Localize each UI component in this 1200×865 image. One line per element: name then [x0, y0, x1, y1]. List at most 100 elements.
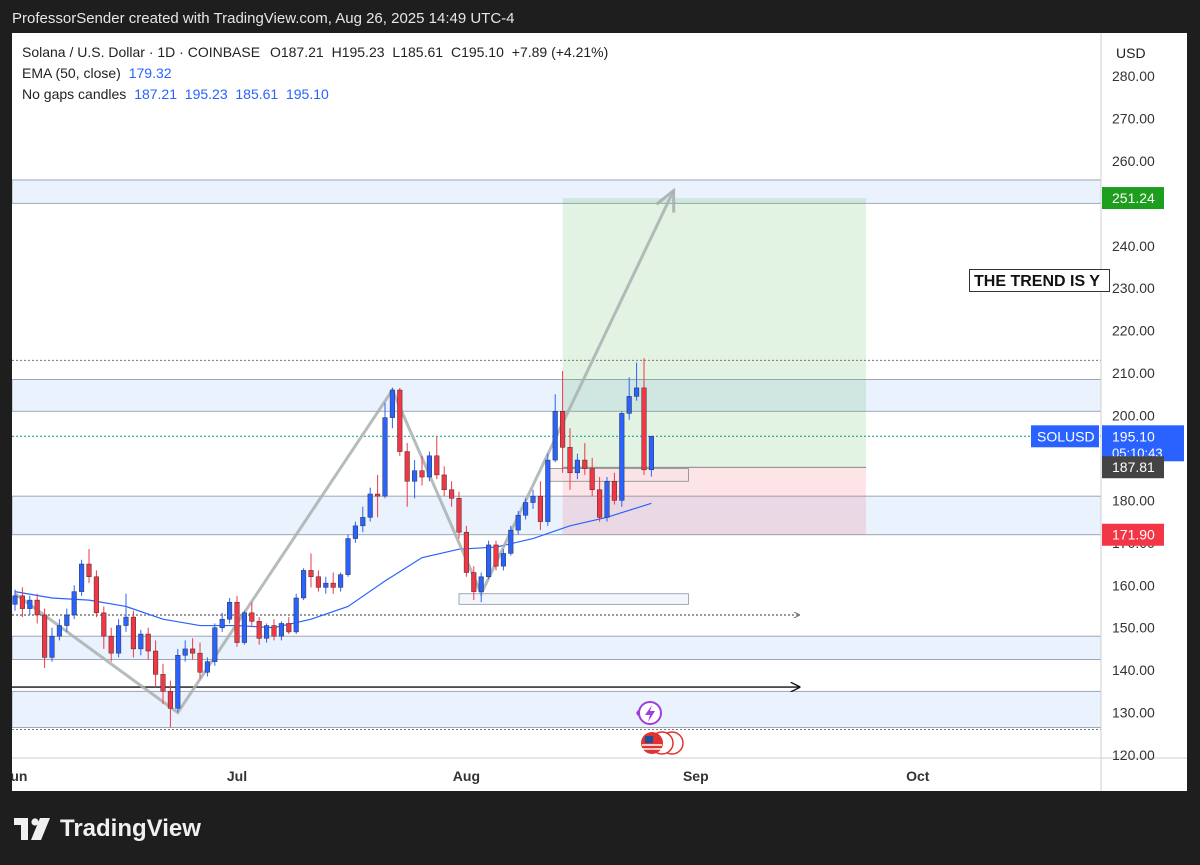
- sr-zone-3[interactable]: [458, 593, 689, 605]
- candle[interactable]: [278, 623, 284, 637]
- candle[interactable]: [530, 495, 536, 503]
- candle[interactable]: [515, 514, 521, 531]
- us-flag-events-icon[interactable]: [641, 731, 684, 755]
- candle[interactable]: [486, 544, 492, 578]
- candle[interactable]: [552, 411, 558, 461]
- candle[interactable]: [249, 612, 255, 622]
- candle[interactable]: [308, 570, 314, 578]
- candle[interactable]: [182, 648, 188, 656]
- candle[interactable]: [234, 601, 240, 643]
- candle[interactable]: [79, 563, 85, 592]
- candle[interactable]: [560, 411, 566, 448]
- candle[interactable]: [219, 618, 225, 628]
- candle[interactable]: [56, 625, 62, 637]
- candle[interactable]: [441, 474, 447, 491]
- candle[interactable]: [286, 623, 292, 633]
- candle[interactable]: [619, 413, 625, 501]
- candle[interactable]: [301, 570, 307, 599]
- candle[interactable]: [123, 616, 129, 626]
- candle[interactable]: [611, 481, 617, 501]
- candle[interactable]: [197, 652, 203, 673]
- candle[interactable]: [456, 498, 462, 533]
- candle[interactable]: [634, 387, 640, 397]
- candle[interactable]: [597, 489, 603, 518]
- candle[interactable]: [330, 582, 336, 588]
- candle[interactable]: [537, 495, 543, 522]
- candle[interactable]: [641, 387, 647, 471]
- candle[interactable]: [12, 595, 18, 605]
- candle[interactable]: [153, 650, 159, 675]
- candle[interactable]: [71, 591, 77, 616]
- candle[interactable]: [241, 612, 247, 643]
- candle[interactable]: [449, 489, 455, 499]
- symbol-title[interactable]: Solana / U.S. Dollar · 1D · COINBASE: [22, 44, 260, 60]
- candle[interactable]: [434, 455, 440, 476]
- candle[interactable]: [64, 614, 70, 626]
- candle[interactable]: [404, 451, 410, 482]
- candle[interactable]: [204, 661, 210, 673]
- candle[interactable]: [160, 674, 166, 692]
- candle[interactable]: [42, 614, 48, 658]
- candle[interactable]: [463, 531, 469, 573]
- sr-zone-2[interactable]: [12, 495, 1101, 536]
- candle[interactable]: [175, 655, 181, 709]
- candle[interactable]: [108, 635, 114, 654]
- candle[interactable]: [389, 389, 395, 418]
- candle[interactable]: [49, 635, 55, 658]
- candle[interactable]: [582, 459, 588, 469]
- ema-label[interactable]: EMA (50, close): [22, 65, 121, 81]
- candle[interactable]: [382, 417, 388, 497]
- candle[interactable]: [352, 525, 358, 539]
- candle[interactable]: [212, 627, 218, 662]
- candle[interactable]: [375, 493, 381, 497]
- candle[interactable]: [493, 544, 499, 567]
- candle[interactable]: [315, 576, 321, 588]
- price-chart[interactable]: 120.00130.00140.00150.00160.00170.00180.…: [12, 33, 1187, 791]
- candle[interactable]: [227, 601, 233, 620]
- candle[interactable]: [271, 625, 277, 637]
- candle[interactable]: [116, 625, 122, 654]
- candle[interactable]: [545, 459, 551, 522]
- candle[interactable]: [101, 612, 107, 637]
- candle[interactable]: [500, 553, 506, 567]
- candle[interactable]: [589, 468, 595, 491]
- candle[interactable]: [338, 574, 344, 588]
- candle[interactable]: [19, 595, 25, 609]
- candle[interactable]: [360, 517, 366, 527]
- candle[interactable]: [523, 502, 529, 516]
- candle[interactable]: [86, 563, 92, 578]
- candle[interactable]: [190, 648, 196, 654]
- candle[interactable]: [34, 599, 40, 616]
- candle[interactable]: [648, 436, 654, 471]
- candle[interactable]: [93, 576, 99, 614]
- candle[interactable]: [323, 582, 329, 588]
- candle[interactable]: [567, 447, 573, 474]
- candles-label[interactable]: No gaps candles: [22, 86, 126, 102]
- candle[interactable]: [27, 599, 33, 609]
- tradingview-brand[interactable]: TradingView: [14, 815, 201, 843]
- candle[interactable]: [478, 576, 484, 592]
- candle[interactable]: [293, 597, 299, 633]
- candle[interactable]: [574, 459, 580, 474]
- sr-zone-0[interactable]: [12, 179, 1101, 204]
- candle[interactable]: [130, 616, 136, 650]
- candle[interactable]: [345, 538, 351, 575]
- candle[interactable]: [167, 691, 173, 709]
- candle[interactable]: [508, 529, 514, 554]
- candle[interactable]: [412, 470, 418, 482]
- sr-zone-1[interactable]: [12, 379, 1101, 412]
- candle[interactable]: [145, 633, 151, 652]
- candle[interactable]: [471, 572, 477, 592]
- candle[interactable]: [138, 633, 144, 650]
- candle[interactable]: [626, 396, 632, 414]
- chart-panel[interactable]: 120.00130.00140.00150.00160.00170.00180.…: [12, 33, 1187, 791]
- candle[interactable]: [264, 625, 270, 639]
- candle[interactable]: [256, 621, 262, 639]
- candle[interactable]: [397, 389, 403, 452]
- candle[interactable]: [419, 470, 425, 478]
- profit-zone[interactable]: [562, 198, 866, 468]
- candle[interactable]: [604, 481, 610, 518]
- candle[interactable]: [426, 455, 432, 478]
- currency-label[interactable]: USD: [1116, 45, 1146, 61]
- candle[interactable]: [367, 493, 373, 518]
